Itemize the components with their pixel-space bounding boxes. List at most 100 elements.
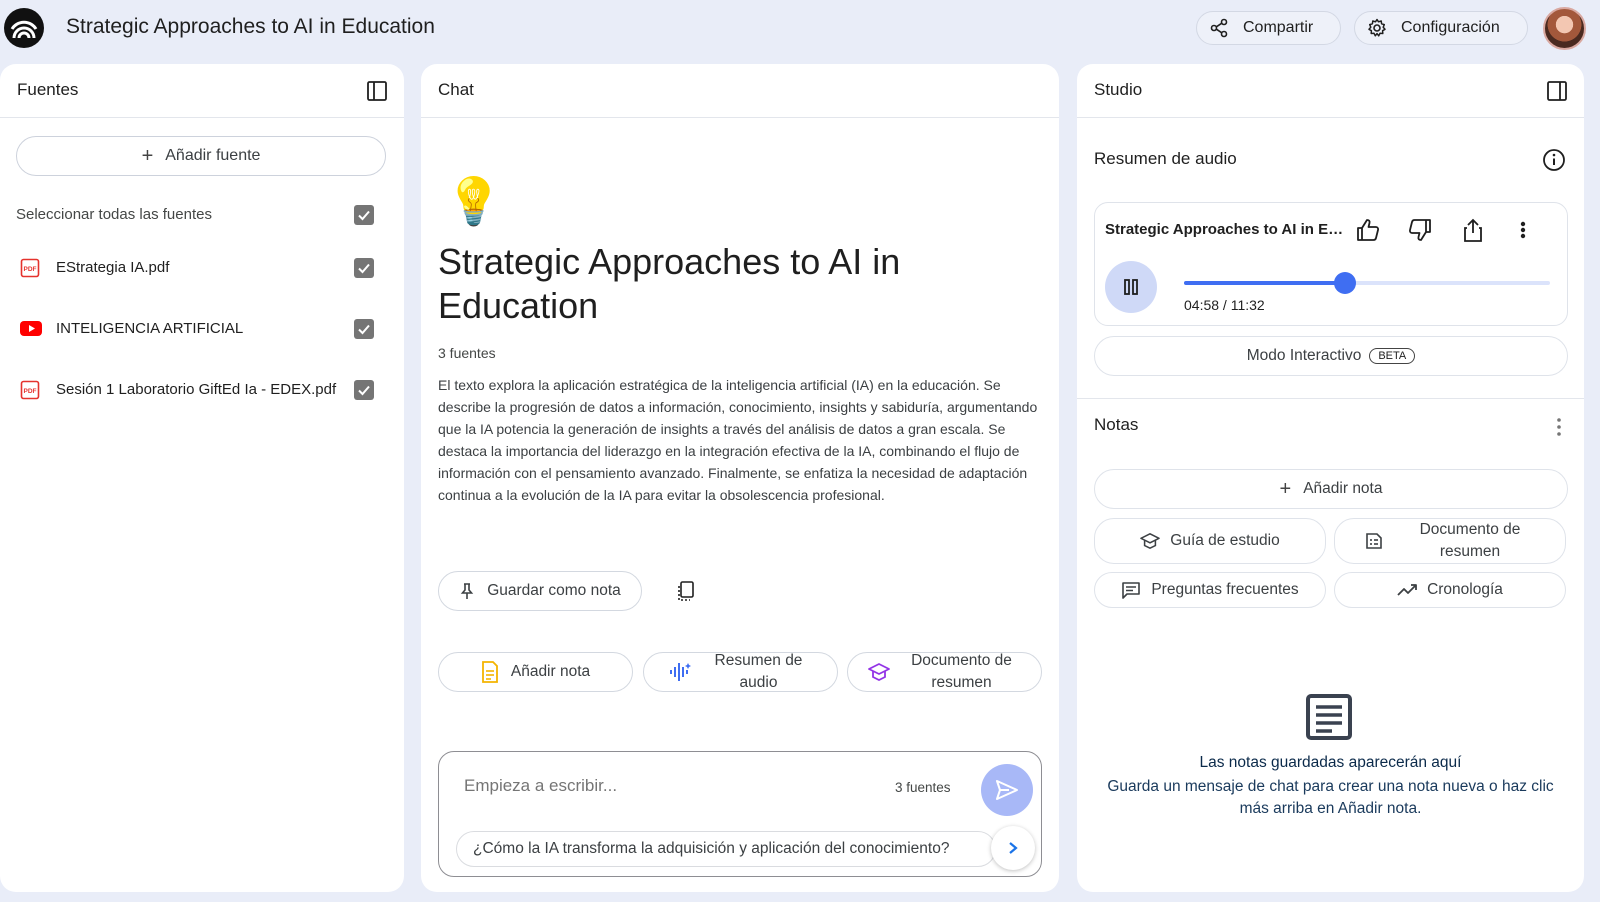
svg-text:PDF: PDF	[24, 266, 37, 273]
upload-share-icon[interactable]	[1461, 217, 1485, 243]
study-guide-button[interactable]: Guía de estudio	[1094, 518, 1326, 564]
next-suggestion-button[interactable]	[991, 826, 1035, 870]
source-checkbox[interactable]	[354, 258, 374, 278]
audio-summary-action-button[interactable]: Resumen de audio	[643, 652, 838, 692]
check-icon	[358, 385, 370, 396]
audio-player-card: Strategic Approaches to AI in Education	[1094, 202, 1568, 326]
pin-icon	[461, 583, 474, 599]
add-note-label: Añadir nota	[1303, 480, 1383, 497]
add-note-button[interactable]: + Añadir nota	[1094, 469, 1568, 509]
add-note-action-label: Añadir nota	[510, 663, 591, 680]
check-icon	[358, 263, 370, 274]
studio-header: Studio	[1077, 64, 1584, 118]
save-as-note-button[interactable]: Guardar como nota	[438, 571, 642, 611]
audio-summary-action-label: Resumen de audio	[714, 652, 803, 691]
chat-lines-icon	[1122, 582, 1141, 599]
sources-panel: Fuentes + Añadir fuente Seleccionar toda…	[0, 64, 404, 892]
audio-progress-handle[interactable]	[1333, 272, 1356, 294]
faq-button[interactable]: Preguntas frecuentes	[1094, 572, 1326, 608]
sources-title: Fuentes	[17, 80, 79, 99]
source-checkbox[interactable]	[354, 380, 374, 400]
source-count: 3 fuentes	[438, 345, 496, 361]
notebook-title[interactable]: Strategic Approaches to AI in Education	[66, 15, 435, 39]
chat-input[interactable]	[464, 776, 844, 796]
sources-header: Fuentes	[0, 64, 404, 118]
chat-title: Chat	[438, 80, 474, 99]
summary-doc-action-label: Documento de resumen	[911, 652, 1012, 691]
youtube-icon	[20, 321, 42, 336]
study-guide-label: Guía de estudio	[1170, 532, 1280, 549]
pdf-icon: PDF	[20, 380, 40, 400]
chat-panel: Chat 💡 Strategic Approaches to AI in Edu…	[421, 64, 1059, 892]
add-note-action-button[interactable]: Añadir nota	[438, 652, 633, 692]
document-list-icon	[1366, 533, 1382, 549]
send-button[interactable]	[981, 764, 1033, 816]
settings-label: Configuración	[1401, 19, 1500, 36]
check-icon	[358, 324, 370, 335]
notes-empty-title: Las notas guardadas aparecerán aquí	[1199, 754, 1462, 771]
audio-time: 04:58 / 11:32	[1184, 297, 1265, 313]
copy-icon[interactable]	[675, 580, 697, 602]
check-icon	[358, 210, 370, 221]
chat-composer: 3 fuentes ¿Cómo la IA transforma la adqu…	[438, 751, 1042, 877]
chat-header: Chat	[421, 64, 1059, 118]
plus-icon: +	[141, 144, 154, 167]
trend-icon	[1397, 584, 1417, 596]
suggested-question[interactable]: ¿Cómo la IA transforma la adquisición y …	[456, 831, 996, 867]
notes-empty-description: Guarda un mensaje de chat para crear una…	[1107, 778, 1554, 817]
share-icon	[1210, 18, 1228, 38]
panel-collapse-icon[interactable]	[1546, 80, 1568, 102]
faq-label: Preguntas frecuentes	[1151, 581, 1299, 598]
interactive-mode-button[interactable]: Modo Interactivo BETA	[1094, 336, 1568, 376]
source-item[interactable]: PDF EStrategia IA.pdf	[0, 248, 404, 288]
pause-button[interactable]	[1105, 261, 1157, 313]
timeline-label: Cronología	[1427, 581, 1503, 598]
studio-panel: Studio Resumen de audio Strategic Approa…	[1077, 64, 1584, 892]
save-as-note-label: Guardar como nota	[487, 582, 621, 599]
summary-doc-action-button[interactable]: Documento de resumen	[847, 652, 1042, 692]
select-all-checkbox[interactable]	[354, 205, 374, 225]
chevron-right-icon	[1009, 842, 1018, 854]
source-item[interactable]: PDF Sesión 1 Laboratorio GiftEd Ia - EDE…	[0, 370, 404, 410]
thumbs-up-icon[interactable]	[1355, 217, 1381, 243]
audio-title: Strategic Approaches to AI in Education	[1105, 221, 1345, 238]
source-checkbox[interactable]	[354, 319, 374, 339]
notebook-summary: El texto explora la aplicación estratégi…	[438, 377, 1038, 503]
beta-badge: BETA	[1369, 348, 1416, 364]
settings-button[interactable]: Configuración	[1354, 11, 1528, 45]
source-item[interactable]: INTELIGENCIA ARTIFICIAL	[0, 309, 404, 349]
timeline-button[interactable]: Cronología	[1334, 572, 1566, 608]
interactive-mode-label: Modo Interactivo	[1246, 347, 1362, 364]
thumbs-down-icon[interactable]	[1407, 217, 1433, 243]
graduation-cap-icon	[1140, 533, 1161, 550]
graduation-cap-icon	[867, 663, 890, 682]
notes-title: Notas	[1094, 415, 1139, 434]
notebook-heading: Strategic Approaches to AI in Education	[438, 241, 901, 326]
top-bar: Strategic Approaches to AI in Education …	[0, 0, 1600, 56]
audio-wave-icon	[669, 663, 691, 681]
share-button[interactable]: Compartir	[1196, 11, 1341, 45]
source-name: Sesión 1 Laboratorio GiftEd Ia - EDEX.pd…	[56, 381, 337, 398]
note-doc-icon	[481, 661, 498, 683]
summary-document-button[interactable]: Documento de resumen	[1334, 518, 1566, 564]
plus-icon: +	[1279, 478, 1292, 500]
composer-source-count: 3 fuentes	[895, 780, 951, 795]
more-vert-icon[interactable]	[1515, 217, 1531, 243]
add-source-button[interactable]: + Añadir fuente	[16, 136, 386, 176]
user-avatar[interactable]	[1543, 7, 1586, 50]
audio-progress-track[interactable]	[1184, 272, 1550, 294]
note-placeholder-icon	[1306, 694, 1352, 740]
summary-document-label: Documento de resumen	[1419, 521, 1521, 560]
source-name: EStrategia IA.pdf	[56, 259, 170, 276]
audio-progress-fill	[1184, 281, 1345, 285]
svg-text:PDF: PDF	[24, 388, 37, 395]
audio-summary-title: Resumen de audio	[1094, 149, 1237, 168]
section-divider	[1077, 398, 1584, 399]
more-vert-icon[interactable]	[1555, 416, 1563, 438]
studio-title: Studio	[1094, 80, 1143, 99]
info-icon[interactable]	[1542, 148, 1566, 172]
notebooklm-logo-icon[interactable]	[4, 8, 44, 48]
share-label: Compartir	[1243, 19, 1314, 36]
pdf-icon: PDF	[20, 258, 40, 278]
panel-collapse-icon[interactable]	[366, 80, 388, 102]
